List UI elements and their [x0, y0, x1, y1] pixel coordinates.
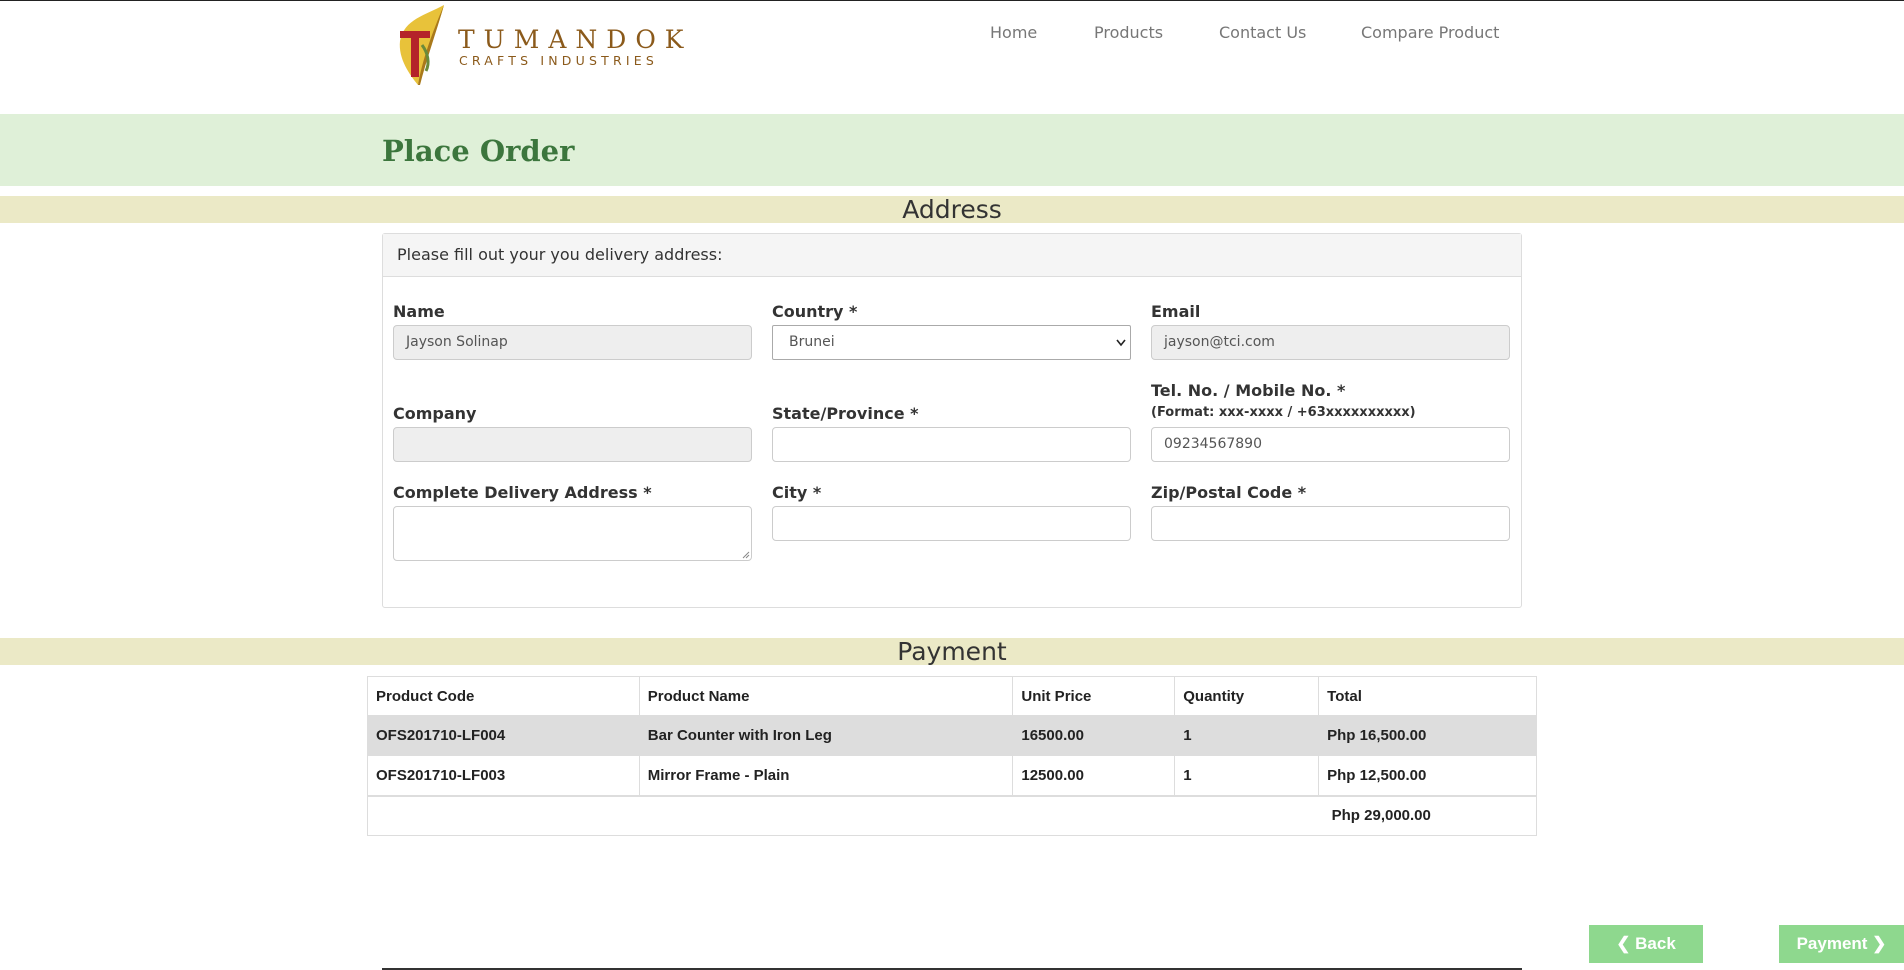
- site-header: TUMANDOK CRAFTS INDUSTRIES Home Products…: [0, 1, 1904, 113]
- nav-home[interactable]: Home: [990, 23, 1037, 42]
- product-code-cell: OFS201710-LF003: [367, 755, 640, 796]
- product-name-cell: Mirror Frame - Plain: [638, 755, 1014, 796]
- name-label: Name: [393, 302, 445, 321]
- table-row: OFS201710-LF004 Bar Counter with Iron Le…: [367, 715, 1537, 756]
- payment-section-title: Payment: [897, 637, 1007, 666]
- company-field[interactable]: [393, 427, 752, 462]
- tel-field[interactable]: 09234567890: [1151, 427, 1510, 462]
- total-cell: Php 16,500.00: [1318, 715, 1537, 756]
- city-field[interactable]: [772, 506, 1131, 541]
- table-header-row: Product Code Product Name Unit Price Qua…: [367, 676, 1537, 716]
- quantity-cell: 1: [1174, 755, 1320, 796]
- column-header-quantity: Quantity: [1174, 676, 1320, 716]
- delivery-address-textarea[interactable]: [393, 506, 752, 561]
- email-label: Email: [1151, 302, 1201, 321]
- table-row: OFS201710-LF003 Mirror Frame - Plain 125…: [367, 755, 1537, 796]
- nav-compare-product[interactable]: Compare Product: [1361, 23, 1499, 42]
- brand-tagline: CRAFTS INDUSTRIES: [459, 53, 658, 68]
- column-header-total: Total: [1318, 676, 1537, 716]
- page-title-band: Place Order: [0, 114, 1904, 186]
- page-title: Place Order: [382, 134, 575, 168]
- address-panel-heading: Please fill out your you delivery addres…: [383, 234, 1521, 277]
- address-section-title: Address: [902, 195, 1002, 224]
- city-label: City *: [772, 483, 822, 502]
- column-header-product-code: Product Code: [367, 676, 640, 716]
- quantity-cell: 1: [1174, 715, 1320, 756]
- company-label: Company: [393, 404, 477, 423]
- chevron-down-icon: [1116, 327, 1126, 372]
- nav-contact-us[interactable]: Contact Us: [1219, 23, 1306, 42]
- unit-price-cell: 12500.00: [1012, 755, 1176, 796]
- email-field[interactable]: jayson@tci.com: [1151, 325, 1510, 360]
- state-province-field[interactable]: [772, 427, 1131, 462]
- payment-button[interactable]: Payment ❯: [1779, 925, 1904, 963]
- country-selected-value: Brunei: [789, 334, 835, 350]
- product-name-cell: Bar Counter with Iron Leg: [638, 715, 1014, 756]
- total-cell: Php 12,500.00: [1318, 755, 1537, 796]
- main-nav: Home Products Contact Us Compare Product: [0, 23, 1904, 47]
- grand-total-row: Php 29,000.00: [366, 794, 1537, 836]
- back-button[interactable]: ❮ Back: [1589, 925, 1703, 963]
- zip-label: Zip/Postal Code *: [1151, 483, 1307, 502]
- resize-grip-icon[interactable]: [742, 551, 750, 559]
- payment-section-band: Payment: [0, 638, 1904, 665]
- grand-total-cell: Php 29,000.00: [1318, 794, 1537, 836]
- zip-field[interactable]: [1151, 506, 1510, 541]
- state-province-label: State/Province *: [772, 404, 919, 423]
- tel-label: Tel. No. / Mobile No. *: [1151, 381, 1346, 400]
- country-select[interactable]: Brunei: [772, 325, 1131, 360]
- product-code-cell: OFS201710-LF004: [367, 715, 640, 756]
- address-section-band: Address: [0, 196, 1904, 223]
- column-header-unit-price: Unit Price: [1012, 676, 1176, 716]
- delivery-address-label: Complete Delivery Address *: [393, 483, 652, 502]
- country-label: Country *: [772, 302, 858, 321]
- unit-price-cell: 16500.00: [1012, 715, 1176, 756]
- nav-products[interactable]: Products: [1094, 23, 1163, 42]
- name-field[interactable]: Jayson Solinap: [393, 325, 752, 360]
- tel-format-hint: (Format: xxx-xxxx / +63xxxxxxxxxx): [1151, 405, 1416, 420]
- address-panel: Please fill out your you delivery addres…: [382, 233, 1522, 608]
- order-table: Product Code Product Name Unit Price Qua…: [366, 676, 1537, 836]
- column-header-product-name: Product Name: [638, 676, 1014, 716]
- grand-total-spacer: [366, 794, 1319, 836]
